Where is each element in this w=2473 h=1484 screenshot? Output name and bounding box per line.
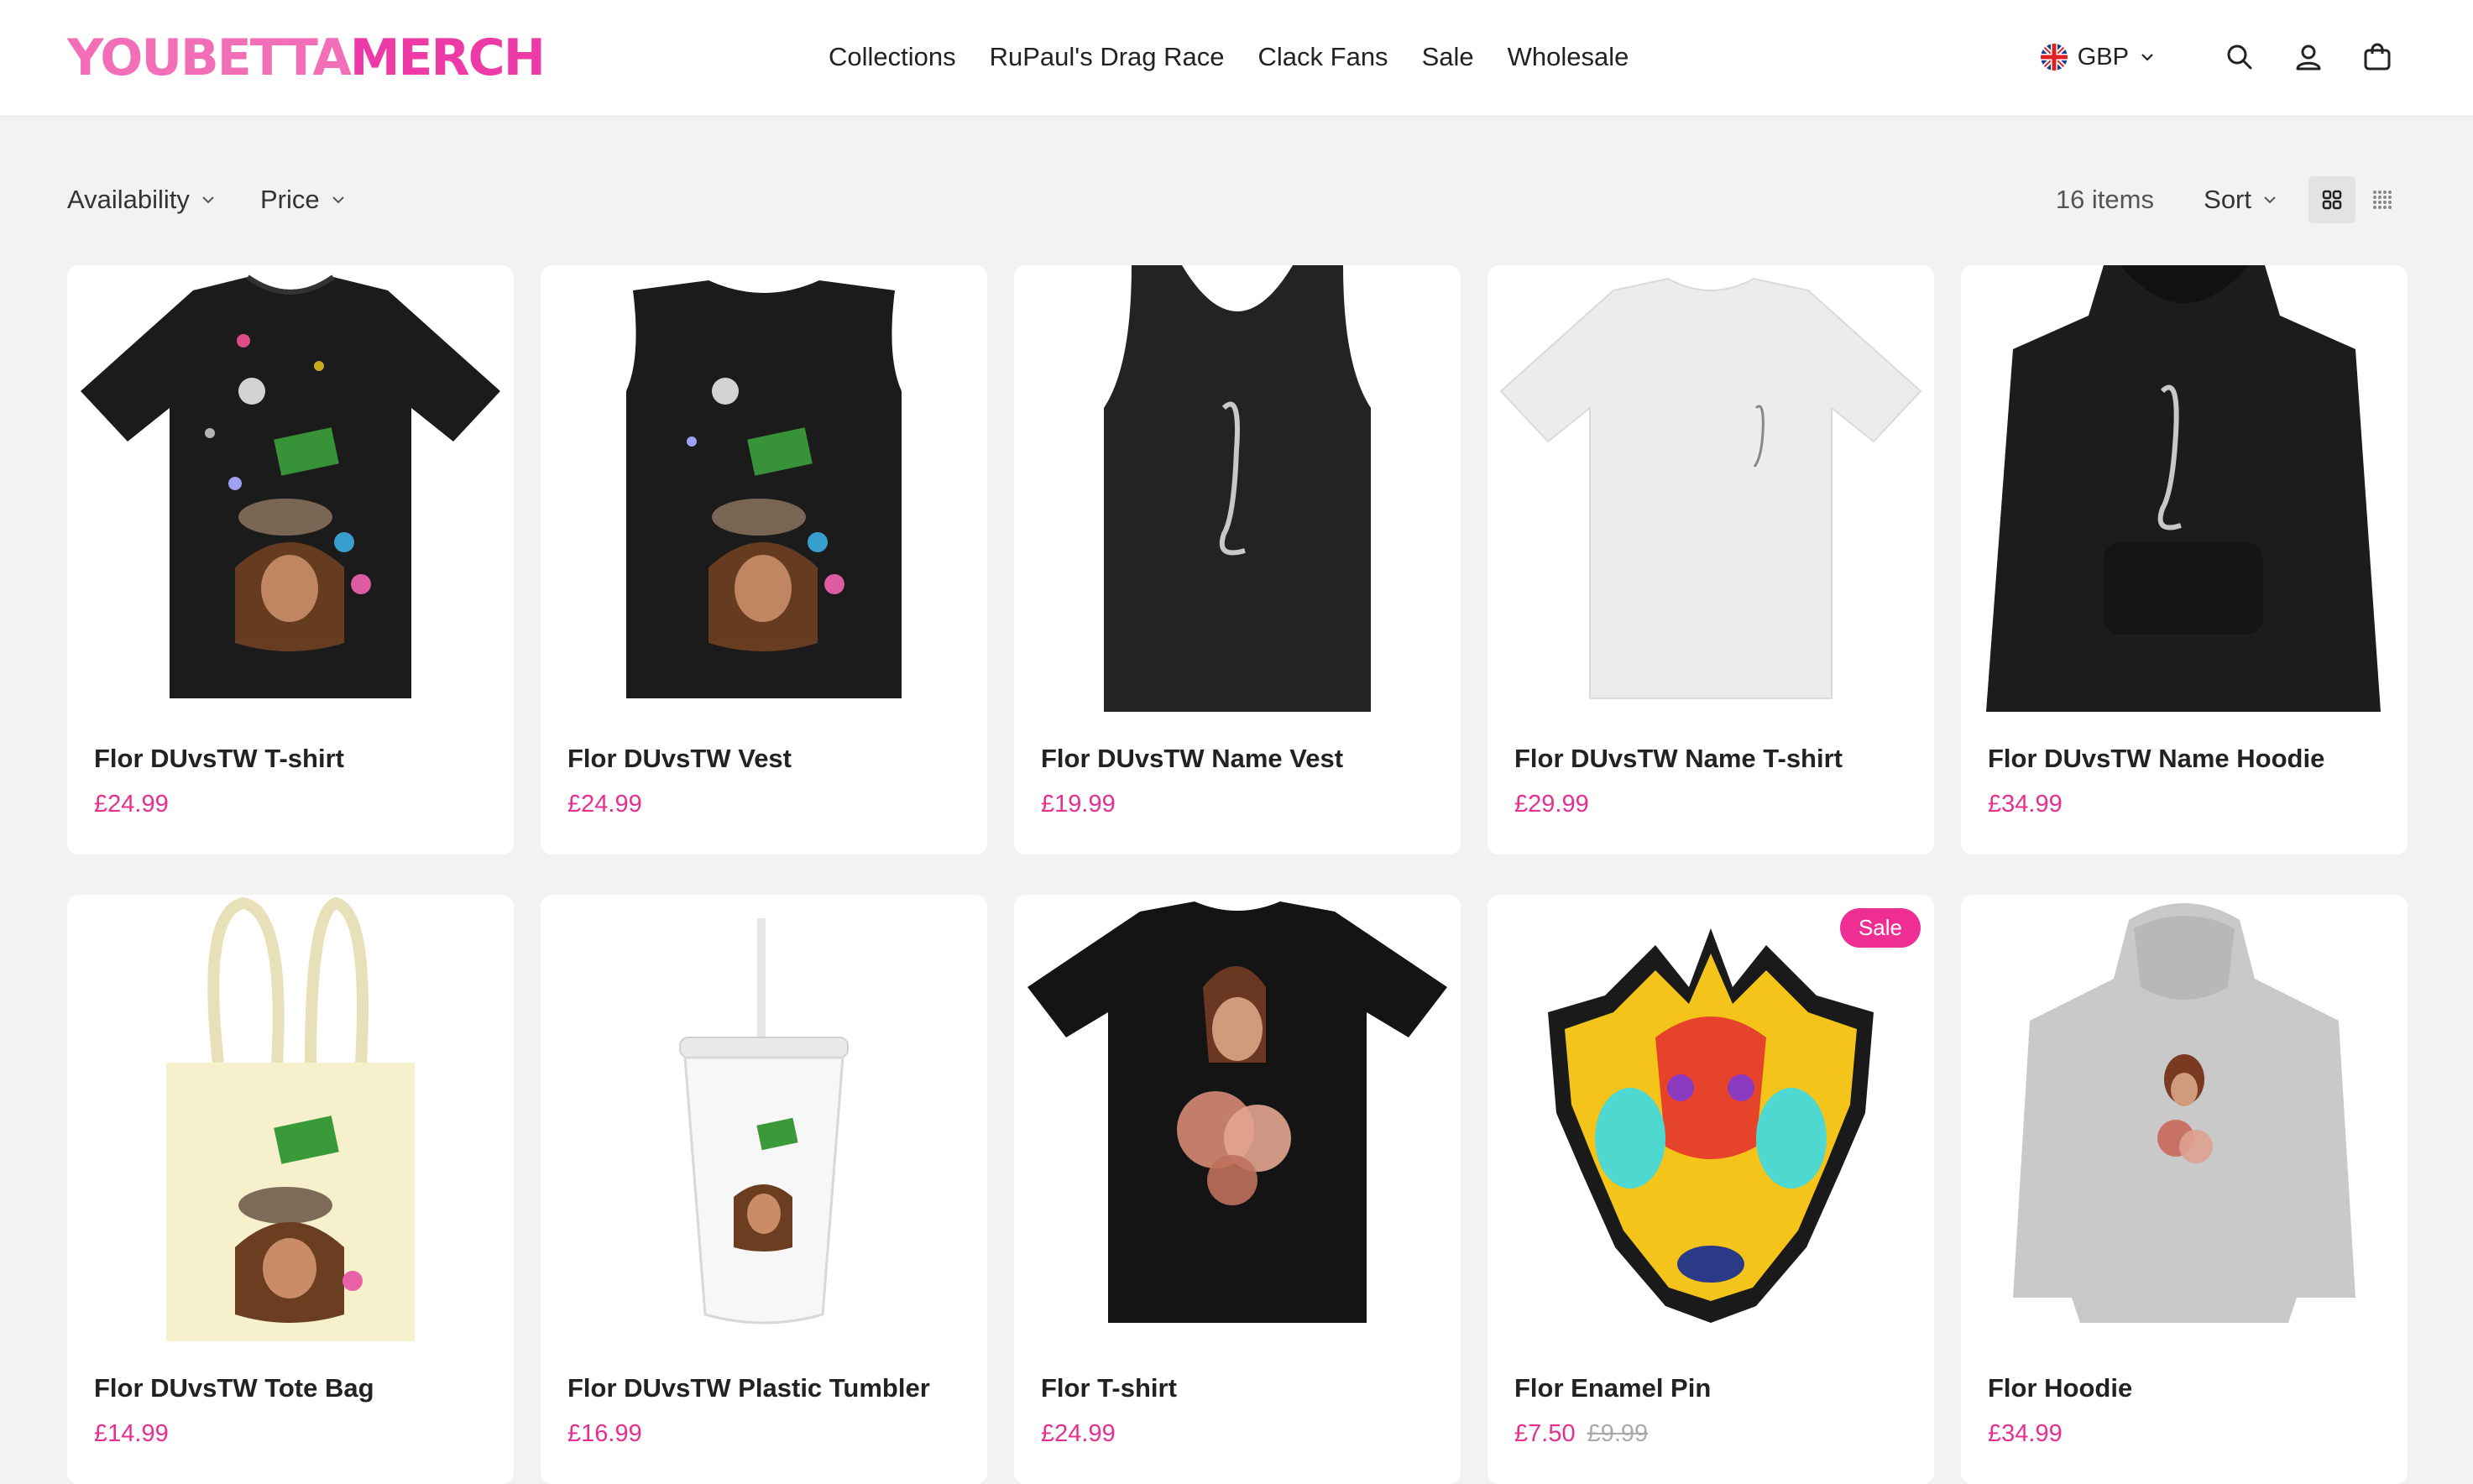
product-image-black-flor-tshirt[interactable] xyxy=(1014,895,1461,1341)
nav-collections[interactable]: Collections xyxy=(829,42,956,72)
grid-large-icon xyxy=(2322,190,2342,210)
product-card[interactable]: Flor DUvsTW Name Hoodie £34.99 xyxy=(1961,265,2408,854)
product-image-tote-bag[interactable] xyxy=(67,895,514,1341)
main-nav: Collections RuPaul's Drag Race Clack Fan… xyxy=(829,39,1629,76)
availability-filter[interactable]: Availability xyxy=(67,185,217,215)
grid-large-view-button[interactable] xyxy=(2308,176,2355,223)
product-card[interactable]: Flor T-shirt £24.99 xyxy=(1014,895,1461,1484)
product-card[interactable]: Flor DUvsTW Name Vest £19.99 xyxy=(1014,265,1461,854)
product-price: £24.99 xyxy=(1041,1420,1116,1447)
nav-rupauls-drag-race[interactable]: RuPaul's Drag Race xyxy=(990,42,1225,72)
product-price: £7.50 £9.99 xyxy=(1514,1420,1648,1448)
currency-label: GBP xyxy=(2077,43,2129,71)
sort-dropdown[interactable]: Sort xyxy=(2204,185,2278,215)
cart-icon xyxy=(2364,43,2391,71)
product-image-black-name-hoodie[interactable] xyxy=(1961,265,2408,712)
account-icon xyxy=(2296,44,2321,71)
product-card[interactable]: Flor DUvsTW Tote Bag £14.99 xyxy=(67,895,514,1484)
product-image-plastic-tumbler[interactable] xyxy=(541,895,987,1341)
chevron-down-icon xyxy=(2141,54,2153,61)
product-title[interactable]: Flor DUvsTW T-shirt xyxy=(94,744,344,774)
product-image-white-name-tshirt[interactable] xyxy=(1487,265,1934,712)
product-title[interactable]: Flor DUvsTW Name Vest xyxy=(1041,744,1343,774)
product-title[interactable]: Flor T-shirt xyxy=(1041,1373,1177,1403)
product-price: £24.99 xyxy=(94,791,169,818)
product-card[interactable]: Flor DUvsTW Plastic Tumbler £16.99 xyxy=(541,895,987,1484)
product-card[interactable]: Flor Hoodie £34.99 xyxy=(1961,895,2408,1484)
sort-label: Sort xyxy=(2204,185,2251,214)
product-card[interactable]: Flor DUvsTW T-shirt £24.99 xyxy=(67,265,514,854)
product-image-black-name-vest[interactable] xyxy=(1014,265,1461,712)
item-count: 16 items xyxy=(2055,185,2154,214)
product-price: £34.99 xyxy=(1988,1420,2063,1447)
product-title[interactable]: Flor Enamel Pin xyxy=(1514,1373,1711,1403)
availability-label: Availability xyxy=(67,185,190,214)
product-title[interactable]: Flor DUvsTW Plastic Tumbler xyxy=(567,1373,930,1403)
product-card[interactable]: Flor DUvsTW Vest £24.99 xyxy=(541,265,987,854)
product-price: £14.99 xyxy=(94,1420,169,1447)
product-title[interactable]: Flor DUvsTW Tote Bag xyxy=(94,1373,374,1403)
product-price: £19.99 xyxy=(1041,791,1116,818)
price-filter-label: Price xyxy=(260,185,320,214)
nav-sale[interactable]: Sale xyxy=(1422,42,1474,72)
site-logo[interactable]: YOUBETTAMERCH xyxy=(67,29,546,87)
sale-price: £7.50 xyxy=(1514,1420,1576,1447)
product-price: £16.99 xyxy=(567,1420,642,1447)
collection-toolbar: Availability Price 16 items Sort xyxy=(67,176,2406,227)
site-header: YOUBETTAMERCH Collections RuPaul's Drag … xyxy=(0,0,2473,117)
sale-badge: Sale xyxy=(1839,908,1921,948)
account-button[interactable] xyxy=(2288,37,2329,77)
cart-button[interactable] xyxy=(2357,37,2397,77)
chevron-down-icon xyxy=(332,196,344,204)
search-icon xyxy=(2227,44,2252,70)
uk-flag-icon xyxy=(2040,44,2068,71)
product-title[interactable]: Flor DUvsTW Vest xyxy=(567,744,792,774)
product-price: £34.99 xyxy=(1988,791,2063,818)
product-image-black-tshirt[interactable] xyxy=(67,265,514,712)
product-title[interactable]: Flor DUvsTW Name T-shirt xyxy=(1514,744,1843,774)
grid-small-icon xyxy=(2373,191,2392,209)
price-filter[interactable]: Price xyxy=(260,185,347,215)
product-image-grey-hoodie[interactable] xyxy=(1961,895,2408,1341)
currency-selector[interactable]: GBP xyxy=(2040,43,2156,71)
grid-small-view-button[interactable] xyxy=(2359,176,2406,223)
product-image-enamel-pin[interactable] xyxy=(1487,895,1934,1341)
product-card[interactable]: Sale Flor Enamel Pin £7.50 £9.99 xyxy=(1487,895,1934,1484)
product-price: £29.99 xyxy=(1514,791,1589,818)
nav-wholesale[interactable]: Wholesale xyxy=(1508,42,1629,72)
chevron-down-icon xyxy=(2264,196,2276,204)
chevron-down-icon xyxy=(202,196,214,204)
header-actions: GBP xyxy=(2040,32,2397,82)
product-card[interactable]: Flor DUvsTW Name T-shirt £29.99 xyxy=(1487,265,1934,854)
search-button[interactable] xyxy=(2219,37,2260,77)
original-price: £9.99 xyxy=(1587,1420,1649,1447)
product-image-black-vest[interactable] xyxy=(541,265,987,712)
product-price: £24.99 xyxy=(567,791,642,818)
product-title[interactable]: Flor DUvsTW Name Hoodie xyxy=(1988,744,2324,774)
product-grid: Flor DUvsTW T-shirt £24.99 Flor DUvsTW V… xyxy=(67,265,2408,1484)
nav-clack-fans[interactable]: Clack Fans xyxy=(1258,42,1388,72)
product-title[interactable]: Flor Hoodie xyxy=(1988,1373,2132,1403)
